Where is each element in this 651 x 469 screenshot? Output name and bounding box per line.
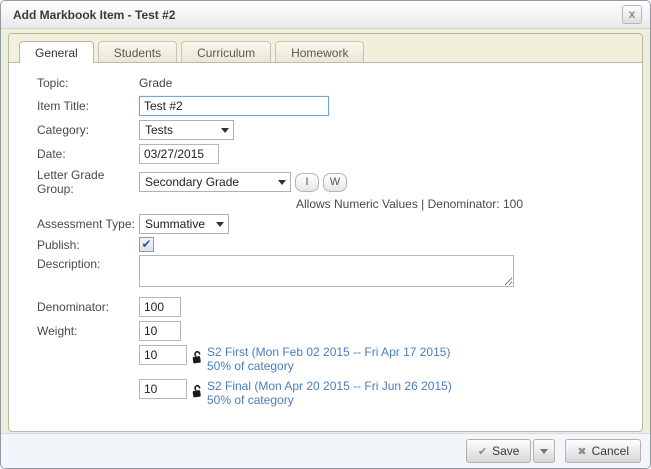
description-label: Description: <box>37 255 139 271</box>
period-weight-input[interactable] <box>139 345 187 365</box>
tab-strip: General Students Curriculum Homework <box>9 34 642 63</box>
chevron-down-icon <box>216 222 224 227</box>
cross-icon: ✖ <box>577 445 586 458</box>
period-detail: 50% of category <box>207 393 452 407</box>
tab-curriculum[interactable]: Curriculum <box>181 41 271 62</box>
lock-icon <box>192 385 203 398</box>
period-detail: 50% of category <box>207 359 450 373</box>
letter-grade-group-note: Allows Numeric Values | Denominator: 100 <box>296 197 642 211</box>
dialog-title: Add Markbook Item - Test #2 <box>13 8 175 22</box>
category-select[interactable]: Tests <box>139 120 234 140</box>
item-title-row: Item Title: <box>37 96 642 116</box>
date-row: Date: <box>37 144 642 164</box>
date-input[interactable] <box>139 144 219 164</box>
assessment-type-label: Assessment Type: <box>37 217 139 231</box>
tab-general[interactable]: General <box>19 41 94 63</box>
date-label: Date: <box>37 147 139 161</box>
publish-label: Publish: <box>37 238 139 252</box>
incomplete-button[interactable]: I <box>295 173 319 192</box>
period-weight-input[interactable] <box>139 379 187 399</box>
period-link[interactable]: S2 First (Mon Feb 02 2015 -- Fri Apr 17 … <box>207 345 450 359</box>
tab-students[interactable]: Students <box>98 41 177 62</box>
weight-input[interactable] <box>139 321 181 341</box>
weight-label: Weight: <box>37 324 139 338</box>
denominator-input[interactable] <box>139 297 181 317</box>
tab-homework[interactable]: Homework <box>275 41 364 62</box>
period-weight-row: S2 First (Mon Feb 02 2015 -- Fri Apr 17 … <box>139 345 642 373</box>
item-title-label: Item Title: <box>37 99 139 113</box>
letter-grade-group-select[interactable]: Secondary Grade <box>139 172 291 192</box>
publish-row: Publish: ✔ <box>37 237 642 252</box>
withdrawn-button[interactable]: W <box>323 173 347 192</box>
category-row: Category: Tests <box>37 120 642 140</box>
tab-panel: General Students Curriculum Homework Top… <box>8 33 643 432</box>
close-icon[interactable]: x <box>622 5 642 24</box>
description-row: Description: <box>37 255 642 287</box>
dialog-footer: ✔ Save ✖ Cancel <box>1 433 650 468</box>
lock-icon <box>192 351 203 364</box>
cancel-button[interactable]: ✖ Cancel <box>565 439 641 463</box>
check-icon: ✔ <box>478 445 487 458</box>
publish-checkbox[interactable]: ✔ <box>139 237 154 252</box>
letter-grade-group-label: Letter Grade Group: <box>37 168 139 196</box>
add-markbook-item-dialog: Add Markbook Item - Test #2 x General St… <box>0 0 651 469</box>
assessment-type-row: Assessment Type: Summative <box>37 214 642 234</box>
weight-row: Weight: <box>37 321 642 341</box>
denominator-row: Denominator: <box>37 297 642 317</box>
denominator-label: Denominator: <box>37 300 139 314</box>
letter-grade-group-row: Letter Grade Group: Secondary Grade I W <box>37 168 642 196</box>
category-label: Category: <box>37 123 139 137</box>
chevron-down-icon <box>221 128 229 133</box>
topic-value: Grade <box>139 76 172 90</box>
dialog-titlebar[interactable]: Add Markbook Item - Test #2 x <box>1 1 650 29</box>
general-tab-content: Topic: Grade Item Title: Category: Tests… <box>9 63 642 407</box>
assessment-type-select[interactable]: Summative <box>139 214 229 234</box>
save-button-label: Save <box>492 444 519 458</box>
period-info: S2 Final (Mon Apr 20 2015 -- Fri Jun 26 … <box>207 379 452 407</box>
save-options-button[interactable] <box>533 439 555 463</box>
item-title-input[interactable] <box>139 96 329 116</box>
description-textarea[interactable] <box>139 255 514 287</box>
topic-label: Topic: <box>37 76 139 90</box>
assessment-type-value: Summative <box>145 217 205 231</box>
chevron-down-icon <box>540 449 548 454</box>
save-button[interactable]: ✔ Save <box>466 439 532 463</box>
cancel-button-label: Cancel <box>592 444 629 458</box>
period-info: S2 First (Mon Feb 02 2015 -- Fri Apr 17 … <box>207 345 450 373</box>
topic-row: Topic: Grade <box>37 76 642 90</box>
period-weight-row: S2 Final (Mon Apr 20 2015 -- Fri Jun 26 … <box>139 379 642 407</box>
period-link[interactable]: S2 Final (Mon Apr 20 2015 -- Fri Jun 26 … <box>207 379 452 393</box>
letter-grade-group-value: Secondary Grade <box>145 175 239 189</box>
category-value: Tests <box>145 123 173 137</box>
chevron-down-icon <box>278 180 286 185</box>
